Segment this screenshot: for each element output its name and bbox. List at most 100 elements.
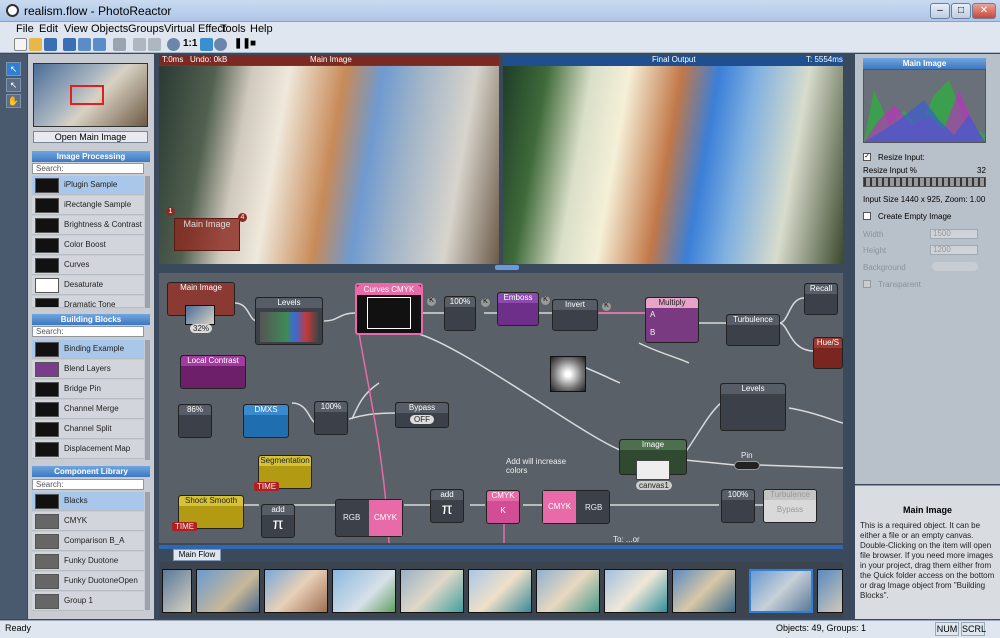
list-item[interactable]: Color Boost bbox=[32, 236, 144, 255]
width-field[interactable]: 1500 bbox=[930, 229, 978, 239]
transparent-checkbox[interactable] bbox=[863, 280, 871, 288]
recall-node[interactable]: Recall bbox=[804, 283, 838, 315]
list-item[interactable]: Funky DuotoneOpen bbox=[32, 572, 144, 591]
k-pin[interactable]: K bbox=[427, 297, 436, 306]
scrollbar[interactable] bbox=[145, 492, 150, 610]
zoom-out-icon[interactable] bbox=[167, 38, 180, 51]
list-item[interactable]: Bridge Pin bbox=[32, 380, 144, 399]
invert-node[interactable]: Invert bbox=[552, 299, 598, 331]
open-folder-icon[interactable] bbox=[29, 38, 42, 51]
film-frame[interactable] bbox=[196, 569, 260, 613]
levels2-node[interactable]: Levels bbox=[720, 383, 786, 431]
list-item[interactable]: Curves bbox=[32, 256, 144, 275]
zoom-in-icon[interactable] bbox=[214, 38, 227, 51]
undo-icon[interactable] bbox=[133, 38, 146, 51]
list-item[interactable]: Blacks bbox=[32, 492, 144, 511]
minimize-button[interactable]: – bbox=[930, 3, 950, 19]
scrollbar[interactable] bbox=[145, 340, 150, 460]
list-item[interactable]: Blend Layers bbox=[32, 360, 144, 379]
list-item[interactable]: Funky Duotone bbox=[32, 552, 144, 571]
film-frame[interactable] bbox=[672, 569, 736, 613]
list-item[interactable]: Brightness & Contrast bbox=[32, 216, 144, 235]
hand-tool-icon[interactable]: ✋ bbox=[6, 94, 21, 108]
delete-icon[interactable] bbox=[113, 38, 126, 51]
film-frame[interactable] bbox=[332, 569, 396, 613]
k-pin[interactable]: K bbox=[481, 298, 490, 307]
turbulence2-node[interactable]: Turbulence Bypass bbox=[763, 489, 817, 523]
close-button[interactable]: ✕ bbox=[972, 3, 996, 19]
fit-icon[interactable] bbox=[200, 38, 213, 51]
add2-node[interactable]: add π bbox=[430, 489, 464, 523]
pin-node[interactable] bbox=[734, 461, 760, 470]
scale-node[interactable]: 100% bbox=[444, 296, 476, 331]
new-file-icon[interactable] bbox=[14, 38, 27, 51]
bypass-toggle[interactable]: OFF bbox=[410, 415, 434, 424]
list-item[interactable]: Group 1 bbox=[32, 592, 144, 611]
height-field[interactable]: 1200 bbox=[930, 245, 978, 255]
dmxs-node[interactable]: DMXS bbox=[243, 404, 289, 438]
k-pin[interactable]: K bbox=[541, 296, 550, 305]
redo-icon[interactable] bbox=[148, 38, 161, 51]
resize-slider[interactable] bbox=[863, 177, 986, 187]
pointer-tool-icon[interactable]: ↖ bbox=[6, 78, 21, 92]
k-pin[interactable]: K bbox=[602, 302, 611, 311]
filmstrip-divider[interactable] bbox=[159, 545, 843, 549]
film-frame[interactable] bbox=[536, 569, 600, 613]
create-empty-checkbox[interactable] bbox=[863, 212, 871, 220]
list-item[interactable]: Displacement Map bbox=[32, 440, 144, 459]
hue-node[interactable]: Hue/S bbox=[813, 337, 843, 369]
list-item[interactable]: iPlugin Sample bbox=[32, 176, 144, 195]
menu-view[interactable]: View bbox=[62, 22, 90, 36]
scale-100b-node[interactable]: 100% bbox=[314, 401, 348, 435]
select-tool-icon[interactable]: ↖ bbox=[6, 62, 21, 76]
splitter-handle[interactable] bbox=[495, 265, 519, 270]
list-item[interactable]: Binding Example bbox=[32, 340, 144, 359]
main-flow-tab[interactable]: Main Flow bbox=[173, 549, 221, 561]
paste-icon[interactable] bbox=[93, 38, 106, 51]
film-frame[interactable] bbox=[817, 569, 843, 613]
film-frame[interactable] bbox=[604, 569, 668, 613]
overlay-node[interactable]: Main Image bbox=[174, 218, 240, 251]
maximize-button[interactable]: □ bbox=[951, 3, 971, 19]
background-swatch[interactable] bbox=[932, 262, 978, 271]
menu-tools[interactable]: Tools bbox=[218, 22, 248, 36]
viewport-rect[interactable] bbox=[70, 85, 104, 105]
list-item[interactable]: Dramatic Tone bbox=[32, 296, 144, 308]
resize-input-checkbox[interactable]: ✓ bbox=[863, 153, 871, 161]
open-main-image-button[interactable]: Open Main Image bbox=[33, 131, 148, 143]
list-item[interactable]: Channel Split bbox=[32, 420, 144, 439]
zoom-1to1-button[interactable]: 1:1 bbox=[183, 38, 197, 49]
menu-help[interactable]: Help bbox=[248, 22, 275, 36]
cmyk-k-node[interactable]: CMYK K bbox=[486, 490, 520, 524]
scale-100c-node[interactable]: 100% bbox=[721, 489, 755, 523]
film-frame-selected[interactable] bbox=[749, 569, 813, 613]
list-item[interactable]: iRectangle Sample bbox=[32, 196, 144, 215]
local-contrast-node[interactable]: Local Contrast bbox=[180, 355, 246, 389]
film-frame[interactable] bbox=[162, 569, 192, 613]
stop-icon[interactable]: ■ bbox=[250, 38, 256, 49]
list-item[interactable]: Comparison B_A bbox=[32, 532, 144, 551]
scale-86-node[interactable]: 86% bbox=[178, 404, 212, 438]
image-processing-search[interactable]: Search: bbox=[32, 163, 144, 174]
scrollbar[interactable] bbox=[145, 176, 150, 308]
list-item[interactable]: Desaturate bbox=[32, 276, 144, 295]
list-item[interactable]: Channel Merge bbox=[32, 400, 144, 419]
film-frame[interactable] bbox=[468, 569, 532, 613]
pause-icon[interactable]: ❚❚ bbox=[234, 38, 251, 49]
menu-file[interactable]: File bbox=[14, 22, 36, 36]
film-frame[interactable] bbox=[264, 569, 328, 613]
copy-icon[interactable] bbox=[78, 38, 91, 51]
building-blocks-search[interactable]: Search: bbox=[32, 326, 144, 337]
component-library-search[interactable]: Search: bbox=[32, 479, 144, 490]
film-frame[interactable] bbox=[400, 569, 464, 613]
list-item[interactable]: CMYK bbox=[32, 512, 144, 531]
menu-edit[interactable]: Edit bbox=[37, 22, 60, 36]
menu-groups[interactable]: Groups bbox=[126, 22, 166, 36]
menu-objects[interactable]: Objects bbox=[89, 22, 130, 36]
emboss-node[interactable]: Emboss bbox=[497, 292, 539, 326]
final-output-view[interactable] bbox=[503, 66, 843, 264]
save-as-icon[interactable] bbox=[63, 38, 76, 51]
save-icon[interactable] bbox=[44, 38, 57, 51]
add-node[interactable]: add π bbox=[261, 504, 295, 538]
radial-gradient-node[interactable] bbox=[550, 356, 586, 392]
